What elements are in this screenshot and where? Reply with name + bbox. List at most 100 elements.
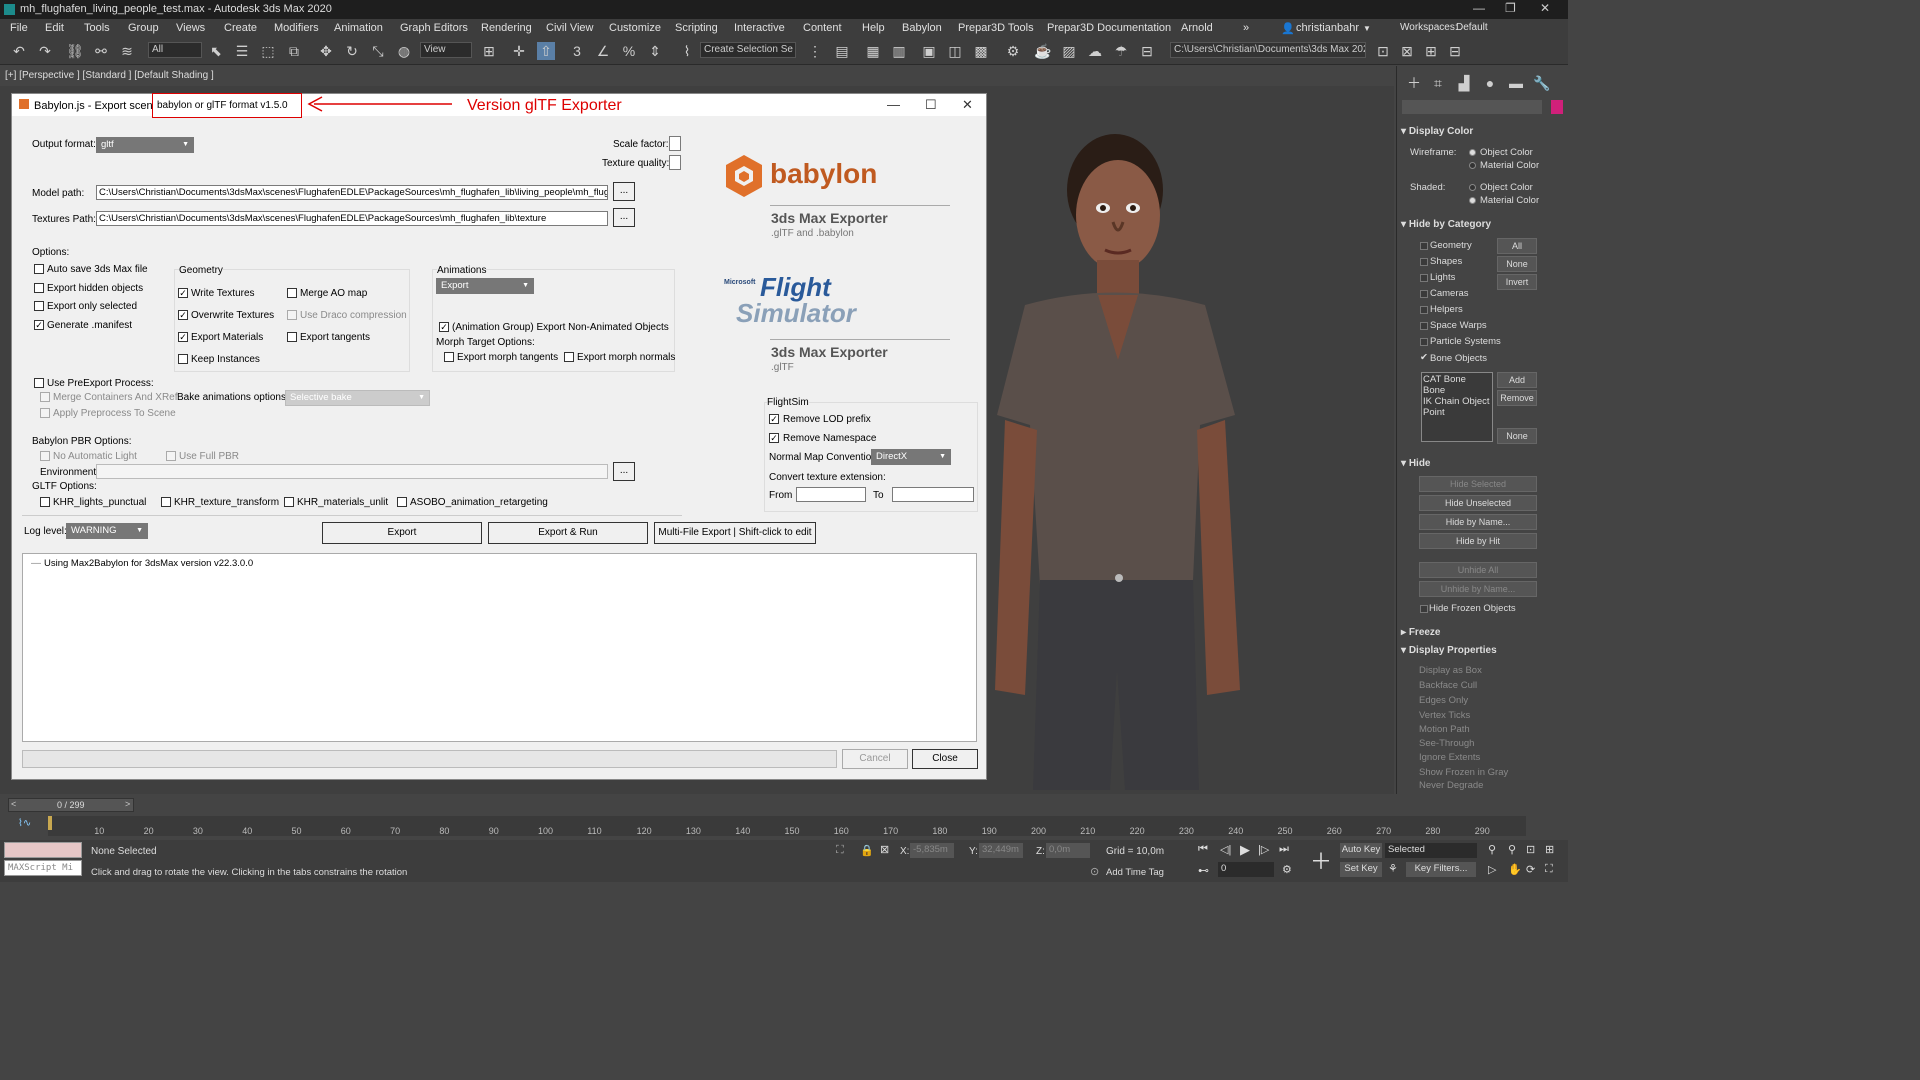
multi-file-export-button[interactable]: Multi-File Export | Shift-click to edit	[654, 522, 816, 544]
cat-shapes-checkbox[interactable]	[1420, 258, 1428, 266]
unhide-by-name-button[interactable]: Unhide by Name...	[1419, 581, 1537, 597]
hide-selected-button[interactable]: Hide Selected	[1419, 476, 1537, 492]
bone-list-item[interactable]: Point	[1423, 407, 1445, 418]
create-tab-icon[interactable]: ＋	[1405, 74, 1423, 92]
select-object-icon[interactable]: ⬉	[207, 42, 225, 60]
user-account-dropdown[interactable]: christianbahr	[1296, 22, 1359, 34]
cat-lights-checkbox[interactable]	[1420, 274, 1428, 282]
bone-list-item[interactable]: CAT Bone	[1423, 374, 1466, 385]
cat-invert-button[interactable]: Invert	[1497, 274, 1537, 290]
draco-checkbox[interactable]	[287, 310, 297, 320]
selected-dropdown[interactable]: Selected	[1385, 843, 1477, 858]
prop-vertex-ticks[interactable]: Vertex Ticks	[1419, 710, 1470, 721]
prop-backface-cull[interactable]: Backface Cull	[1419, 680, 1477, 691]
modify-tab-icon[interactable]: ⌗	[1429, 74, 1447, 92]
prev-frame-icon[interactable]: ◁|	[1220, 843, 1231, 856]
undo-icon[interactable]: ↶	[10, 42, 28, 60]
workspaces-dropdown[interactable]: Default	[1456, 22, 1488, 33]
asobo-retargeting-checkbox[interactable]	[397, 497, 407, 507]
hide-frozen-checkbox[interactable]	[1420, 605, 1428, 613]
dialog-close-button[interactable]: ✕	[962, 97, 973, 113]
y-coord-field[interactable]: 32,449m	[979, 843, 1023, 858]
export-hidden-checkbox[interactable]	[34, 283, 44, 293]
orbit-icon[interactable]: ⟳	[1526, 863, 1535, 876]
render-frame-icon[interactable]: ☕	[1034, 42, 1052, 60]
menu-arnold[interactable]: Arnold	[1181, 22, 1213, 34]
display-properties-rollout[interactable]: ▾ Display Properties	[1401, 645, 1561, 656]
layer-explorer-icon[interactable]: ▦	[864, 42, 882, 60]
render-production-icon[interactable]: ▨	[1060, 42, 1078, 60]
export-materials-checkbox[interactable]: ✓	[178, 332, 188, 342]
menu-babylon[interactable]: Babylon	[902, 22, 942, 34]
freeze-rollout[interactable]: ▸ Freeze	[1401, 627, 1561, 638]
environment-browse-button[interactable]: ...	[613, 462, 635, 481]
list-none-button[interactable]: None	[1497, 428, 1537, 444]
minimize-button[interactable]: —	[1473, 1, 1485, 15]
selection-filter-dropdown[interactable]: All	[148, 42, 202, 58]
lock-selection-icon[interactable]: 🔒	[860, 844, 874, 857]
menu-customize[interactable]: Customize	[609, 22, 661, 34]
prop-ignore-extents[interactable]: Ignore Extents	[1419, 752, 1480, 763]
menu-rendering[interactable]: Rendering	[481, 22, 532, 34]
prop-see-through[interactable]: See-Through	[1419, 738, 1474, 749]
render-activeshade-icon[interactable]: ☂	[1112, 42, 1130, 60]
link-icon[interactable]: ⛓	[66, 42, 84, 60]
menu-create[interactable]: Create	[224, 22, 257, 34]
output-format-dropdown[interactable]: gltf ▼	[96, 137, 194, 153]
select-by-name-icon[interactable]: ☰	[233, 42, 251, 60]
wireframe-material-color-radio[interactable]	[1469, 162, 1476, 169]
cat-all-button[interactable]: All	[1497, 238, 1537, 254]
overwrite-textures-checkbox[interactable]: ✓	[178, 310, 188, 320]
open-explorer-icon[interactable]: ⊠	[1398, 42, 1416, 60]
pivot-center-icon[interactable]: ⊞	[480, 42, 498, 60]
textures-path-input[interactable]: C:\Users\Christian\Documents\3dsMax\scen…	[96, 211, 608, 226]
menu-animation[interactable]: Animation	[334, 22, 383, 34]
manipulate-icon[interactable]: ✛	[510, 42, 528, 60]
unlink-icon[interactable]: ⚯	[92, 42, 110, 60]
log-output[interactable]: — Using Max2Babylon for 3dsMax version v…	[22, 553, 977, 742]
rotate-icon[interactable]: ↻	[343, 42, 361, 60]
fov-icon[interactable]: ▷	[1488, 863, 1496, 876]
restore-button[interactable]: ❐	[1505, 1, 1516, 15]
utilities-tab-icon[interactable]: 🔧	[1533, 74, 1551, 92]
mirror-icon[interactable]: ⋮	[806, 42, 824, 60]
shaded-material-color-radio[interactable]	[1469, 197, 1476, 204]
khr-unlit-checkbox[interactable]	[284, 497, 294, 507]
set-keys-big-icon[interactable]: ＋	[1310, 844, 1332, 876]
cat-cameras-checkbox[interactable]	[1420, 290, 1428, 298]
move-icon[interactable]: ✥	[317, 42, 335, 60]
hide-by-name-button[interactable]: Hide by Name...	[1419, 514, 1537, 530]
export-button[interactable]: Export	[322, 522, 482, 544]
time-slider-next-icon[interactable]: >	[125, 799, 130, 809]
x-coord-field[interactable]: -5,835m	[910, 843, 954, 858]
display-color-rollout[interactable]: ▾ Display Color	[1401, 126, 1561, 137]
khr-lights-checkbox[interactable]	[40, 497, 50, 507]
maxscript-listener-pink[interactable]	[4, 842, 82, 858]
container-icon[interactable]: ⊟	[1446, 42, 1464, 60]
merge-ao-checkbox[interactable]	[287, 288, 297, 298]
bake-animations-dropdown[interactable]: Selective bake ▼	[285, 390, 430, 406]
keyboard-shortcut-icon[interactable]: ⇧	[537, 42, 555, 60]
time-slider[interactable]: < 0 / 299 >	[8, 798, 134, 812]
anim-group-checkbox[interactable]: ✓	[439, 322, 449, 332]
menu-file[interactable]: File	[10, 22, 28, 34]
environment-input[interactable]	[96, 464, 608, 479]
hierarchy-tab-icon[interactable]: ▟	[1455, 74, 1473, 92]
object-color-swatch[interactable]	[1551, 100, 1563, 114]
menu-prepar3d-tools[interactable]: Prepar3D Tools	[958, 22, 1034, 34]
menu-edit[interactable]: Edit	[45, 22, 64, 34]
menu-help[interactable]: Help	[862, 22, 885, 34]
render-setup-icon[interactable]: ⚙	[1004, 42, 1022, 60]
cat-particles-checkbox[interactable]	[1420, 338, 1428, 346]
create-selection-set-dropdown[interactable]: Create Selection Se	[700, 42, 796, 58]
hide-rollout[interactable]: ▾ Hide	[1401, 458, 1561, 469]
maximize-viewport-icon[interactable]: ⛶	[1545, 863, 1553, 876]
place-icon[interactable]: ◍	[395, 42, 413, 60]
render-iterative-icon[interactable]: ☁	[1086, 42, 1104, 60]
align-icon[interactable]: ▤	[833, 42, 851, 60]
cat-geometry-checkbox[interactable]	[1420, 242, 1428, 250]
zoom-icon[interactable]: ⚲	[1488, 843, 1496, 856]
time-cursor[interactable]	[48, 816, 52, 830]
menu-overflow[interactable]: »	[1243, 22, 1249, 34]
prop-never-degrade[interactable]: Never Degrade	[1419, 780, 1483, 791]
